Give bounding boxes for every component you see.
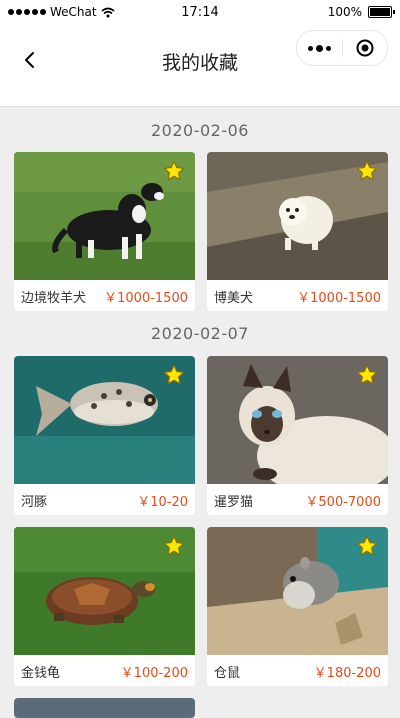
- date-header: 2020-02-06: [151, 121, 249, 140]
- partial-photo: [14, 698, 195, 718]
- pet-price: ￥500-7000: [305, 495, 381, 510]
- close-mini-program-button[interactable]: [343, 31, 388, 65]
- pet-name: 边境牧羊犬: [21, 291, 87, 306]
- pet-name: 仓鼠: [214, 666, 241, 681]
- target-close-icon: [356, 39, 374, 57]
- pet-name: 金钱龟: [21, 666, 61, 681]
- favorite-star-icon[interactable]: [163, 364, 185, 386]
- pet-name: 博美犬: [214, 291, 254, 306]
- pet-name: 暹罗猫: [214, 495, 254, 510]
- favorite-star-icon[interactable]: [163, 160, 185, 182]
- favorite-card[interactable]: 边境牧羊犬 ￥1000-1500: [14, 152, 195, 311]
- favorite-star-icon[interactable]: [356, 160, 378, 182]
- pet-price: ￥10-20: [137, 495, 188, 510]
- favorite-card[interactable]: 暹罗猫 ￥500-7000: [207, 356, 388, 515]
- pet-name: 河豚: [21, 495, 48, 510]
- status-bar: WeChat 17:14 100%: [0, 0, 400, 26]
- favorite-card-partial[interactable]: [14, 698, 195, 718]
- pet-price: ￥1000-1500: [297, 291, 381, 306]
- battery-percentage: 100%: [327, 5, 362, 19]
- favorite-card[interactable]: 博美犬 ￥1000-1500: [207, 152, 388, 311]
- pet-price: ￥1000-1500: [104, 291, 188, 306]
- favorite-star-icon[interactable]: [356, 535, 378, 557]
- nav-bar: 我的收藏: [0, 26, 400, 107]
- more-menu-button[interactable]: [297, 31, 342, 65]
- battery-icon: [368, 6, 395, 18]
- pet-price: ￥100-200: [120, 666, 188, 681]
- pet-price: ￥180-200: [313, 666, 381, 681]
- battery-status: 100%: [327, 5, 395, 19]
- favorite-card[interactable]: 金钱龟 ￥100-200: [14, 527, 195, 686]
- favorite-star-icon[interactable]: [356, 364, 378, 386]
- mini-program-capsule: [296, 30, 388, 66]
- date-header: 2020-02-07: [151, 324, 249, 343]
- favorite-star-icon[interactable]: [163, 535, 185, 557]
- favorite-card[interactable]: 仓鼠 ￥180-200: [207, 527, 388, 686]
- favorite-card[interactable]: 河豚 ￥10-20: [14, 356, 195, 515]
